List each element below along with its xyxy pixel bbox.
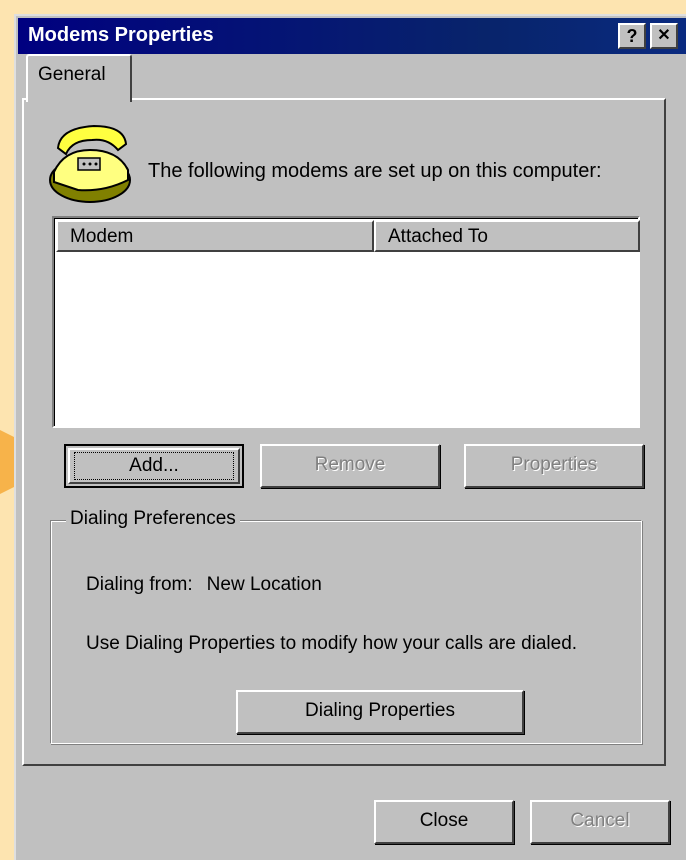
- list-header: Modem Attached To: [56, 220, 640, 252]
- dialing-preferences-legend: Dialing Preferences: [66, 508, 240, 530]
- dialing-from-value: New Location: [206, 574, 322, 595]
- cancel-button[interactable]: Cancel: [530, 800, 670, 844]
- intro-text: The following modems are set up on this …: [148, 160, 602, 182]
- properties-button[interactable]: Properties: [464, 444, 644, 488]
- dialing-from-row: Dialing from: New Location: [86, 574, 322, 596]
- dialing-description: Use Dialing Properties to modify how you…: [86, 633, 578, 654]
- column-header-attached-to[interactable]: Attached To: [374, 220, 640, 252]
- close-window-button[interactable]: ✕: [650, 23, 678, 49]
- add-button-label: Add...: [74, 452, 234, 480]
- window-title: Modems Properties: [28, 24, 214, 46]
- modem-list[interactable]: Modem Attached To: [52, 216, 640, 428]
- close-button[interactable]: Close: [374, 800, 514, 844]
- add-button[interactable]: Add...: [64, 444, 244, 488]
- dialing-from-label: Dialing from:: [86, 574, 193, 595]
- column-header-modem[interactable]: Modem: [56, 220, 374, 252]
- dialing-properties-button[interactable]: Dialing Properties: [236, 690, 524, 734]
- help-button[interactable]: ?: [618, 23, 646, 49]
- remove-button[interactable]: Remove: [260, 444, 440, 488]
- tab-general[interactable]: General: [26, 54, 132, 102]
- title-bar[interactable]: Modems Properties ? ✕: [18, 18, 686, 54]
- phone-icon: [49, 124, 131, 203]
